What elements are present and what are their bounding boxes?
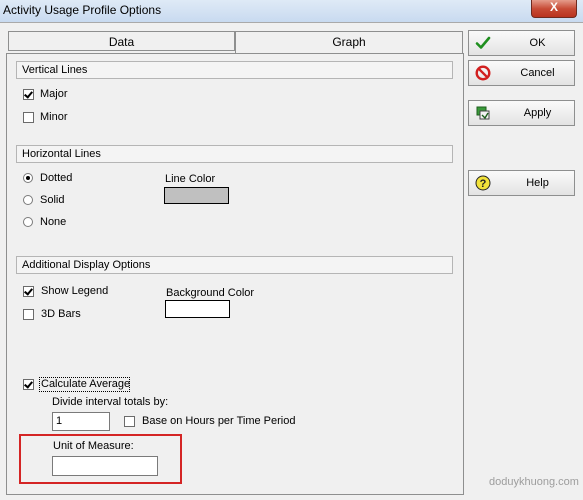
none-radio[interactable] xyxy=(23,217,33,227)
show-legend-label: Show Legend xyxy=(41,285,109,297)
major-checkbox[interactable] xyxy=(23,89,34,100)
cancel-label: Cancel xyxy=(520,67,555,79)
help-icon: ? xyxy=(475,175,491,191)
base-on-hours-label: Base on Hours per Time Period xyxy=(142,415,296,427)
tab-graph-label: Graph xyxy=(332,35,366,49)
unit-of-measure-label: Unit of Measure: xyxy=(53,440,134,452)
tab-data-label: Data xyxy=(108,35,135,49)
divide-interval-label: Divide interval totals by: xyxy=(52,396,169,408)
tab-graph[interactable]: Graph xyxy=(235,31,463,54)
watermark: doduykhuong.com xyxy=(489,476,579,488)
line-color-label: Line Color xyxy=(165,173,216,185)
base-on-hours-checkbox[interactable] xyxy=(124,416,135,427)
ok-label: OK xyxy=(529,37,546,49)
solid-label: Solid xyxy=(40,194,65,206)
unit-of-measure-input[interactable] xyxy=(52,456,158,476)
show-legend-checkbox[interactable] xyxy=(23,286,34,297)
cancel-button[interactable]: Cancel xyxy=(468,60,575,86)
calculate-average-checkbox[interactable] xyxy=(23,379,34,390)
close-button[interactable]: X xyxy=(531,0,577,18)
apply-button[interactable]: Apply xyxy=(468,100,575,126)
dotted-label: Dotted xyxy=(40,172,73,184)
solid-radio[interactable] xyxy=(23,195,33,205)
background-color-swatch[interactable] xyxy=(165,300,230,318)
apply-icon xyxy=(476,106,490,120)
none-label: None xyxy=(40,216,67,228)
minor-checkbox[interactable] xyxy=(23,112,34,123)
horizontal-lines-header: Horizontal Lines xyxy=(16,145,453,163)
vertical-lines-header: Vertical Lines xyxy=(16,61,453,79)
minor-label: Minor xyxy=(40,111,68,123)
apply-label: Apply xyxy=(523,107,552,119)
svg-text:?: ? xyxy=(480,178,487,190)
dotted-radio[interactable] xyxy=(23,173,33,183)
window-title: Activity Usage Profile Options xyxy=(3,3,162,17)
checkmark-icon xyxy=(475,36,491,49)
additional-options-header: Additional Display Options xyxy=(16,256,453,274)
background-color-label: Background Color xyxy=(166,287,255,299)
no-entry-icon xyxy=(475,65,491,81)
tab-data[interactable]: Data xyxy=(8,31,235,51)
help-label: Help xyxy=(526,177,549,189)
help-button[interactable]: ? Help xyxy=(468,170,575,196)
3d-bars-checkbox[interactable] xyxy=(23,309,34,320)
major-label: Major xyxy=(40,88,68,100)
title-bar[interactable]: Activity Usage Profile Options X xyxy=(0,0,583,22)
ok-button[interactable]: OK xyxy=(468,30,575,56)
options-dialog: Activity Usage Profile Options X Data Gr… xyxy=(0,0,583,500)
3d-bars-label: 3D Bars xyxy=(41,308,81,320)
close-icon: X xyxy=(549,0,558,14)
line-color-swatch[interactable] xyxy=(164,187,229,204)
divide-interval-input[interactable]: 1 xyxy=(52,412,110,431)
calculate-average-label: Calculate Average xyxy=(41,378,131,390)
